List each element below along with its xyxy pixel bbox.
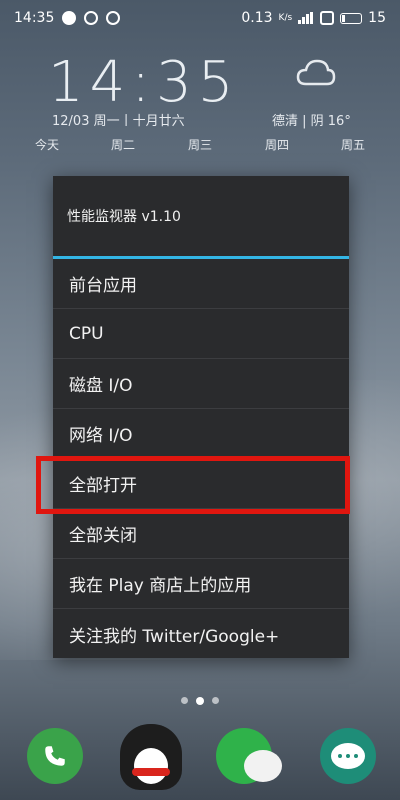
menu-item-disk-io[interactable]: 磁盘 I/O [53, 359, 349, 409]
status-bar: 14:35 0.13 K/s 15 [0, 0, 400, 36]
dock [0, 720, 400, 800]
menu-item-cpu[interactable]: CPU [53, 309, 349, 359]
cloud-icon [296, 59, 336, 86]
network-speed: 0.13 [241, 10, 273, 26]
phone-icon [45, 746, 65, 766]
page-indicator [0, 697, 400, 705]
forecast-day: 周五 [340, 138, 366, 152]
page-dot [212, 697, 219, 704]
forecast-day: 周三 [187, 138, 213, 152]
clock-widget[interactable]: 14:35 [48, 50, 239, 115]
options-menu: 性能监视器 v1.10 前台应用 CPU 磁盘 I/O 网络 I/O 全部打开 … [53, 176, 349, 658]
weibo-icon [62, 11, 77, 25]
menu-title: 性能监视器 v1.10 [67, 209, 181, 225]
message-bubble-icon [331, 743, 365, 769]
highlight-box [36, 456, 350, 514]
menu-item-foreground-apps[interactable]: 前台应用 [53, 259, 349, 309]
phone-app-icon[interactable] [27, 728, 83, 784]
qq-app-icon[interactable] [120, 724, 182, 790]
network-unit: K/s [278, 13, 293, 23]
signal-icon [298, 12, 314, 24]
messages-app-icon[interactable] [320, 728, 376, 784]
battery-icon [340, 12, 363, 24]
menu-item-close-all[interactable]: 全部关闭 [53, 509, 349, 559]
location-weather: 德清 | 阴 16° [272, 114, 351, 129]
check-circle-icon [106, 11, 121, 25]
battery-level: 15 [368, 10, 386, 26]
page-dot [181, 697, 188, 704]
status-time: 14:35 [14, 10, 55, 26]
forecast-day: 周四 [264, 138, 290, 152]
date-label: 12/03 周一丨十月廿六 [52, 114, 185, 129]
forecast-day: 周二 [110, 138, 136, 152]
wechat-bubble-icon [244, 750, 282, 782]
forecast-days: 今天 周二 周三 周四 周五 [0, 136, 400, 156]
menu-item-follow-me[interactable]: 关注我的 Twitter/Google+ [53, 609, 349, 659]
menu-item-network-io[interactable]: 网络 I/O [53, 409, 349, 459]
forecast-day: 今天 [34, 138, 60, 152]
menu-item-my-apps-play[interactable]: 我在 Play 商店上的应用 [53, 559, 349, 609]
page-dot-active [196, 697, 204, 705]
hotspot-icon [84, 11, 99, 25]
sim-icon [320, 11, 335, 25]
